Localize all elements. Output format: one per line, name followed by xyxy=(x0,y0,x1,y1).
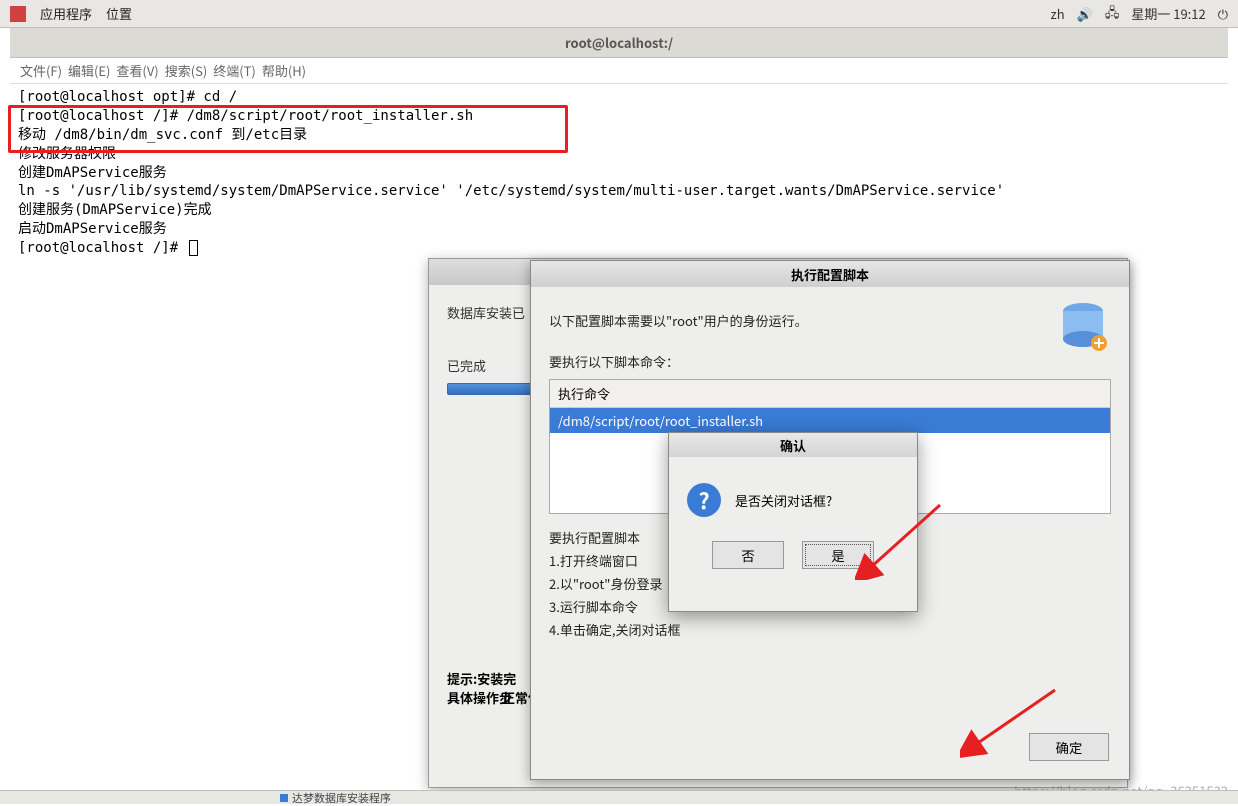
clock-label[interactable]: 星期一 19:12 xyxy=(1131,4,1205,23)
app-menu-icon xyxy=(10,6,26,22)
term-line: ln -s '/usr/lib/systemd/system/DmAPServi… xyxy=(18,182,1220,201)
confirm-titlebar[interactable]: 确认 xyxy=(669,433,917,457)
menu-file[interactable]: 文件(F) xyxy=(20,61,62,80)
menu-search[interactable]: 搜索(S) xyxy=(165,61,208,80)
confirm-dialog: 确认 ? 是否关闭对话框? 否 是 xyxy=(668,432,918,612)
volume-icon[interactable]: 🔊 xyxy=(1077,4,1093,23)
menu-terminal[interactable]: 终端(T) xyxy=(213,61,256,80)
term-line: [root@localhost /]# xyxy=(18,239,1220,258)
terminal-titlebar[interactable]: root@localhost:/ xyxy=(10,28,1228,58)
term-line: 修改服务器权限 xyxy=(18,145,1220,164)
term-line: [root@localhost opt]# cd / xyxy=(18,88,1220,107)
no-button[interactable]: 否 xyxy=(712,541,784,569)
script-dialog-titlebar[interactable]: 执行配置脚本 xyxy=(531,261,1129,287)
command-table-header: 执行命令 xyxy=(550,380,1110,408)
menu-help[interactable]: 帮助(H) xyxy=(262,61,306,80)
confirm-message: 是否关闭对话框? xyxy=(735,491,832,510)
term-line: 创建服务(DmAPService)完成 xyxy=(18,201,1220,220)
question-icon: ? xyxy=(687,483,721,517)
script-line-2: 要执行以下脚本命令： xyxy=(549,352,1111,371)
hint-line-1: 提示:安装完 xyxy=(447,669,516,688)
terminal-menubar: 文件(F) 编辑(E) 查看(V) 搜索(S) 终端(T) 帮助(H) xyxy=(10,58,1228,84)
applications-menu[interactable]: 应用程序 xyxy=(40,4,92,23)
bottom-taskbar: 达梦数据库安装程序 xyxy=(0,790,1238,804)
places-menu[interactable]: 位置 xyxy=(106,4,132,23)
term-line: [root@localhost /]# /dm8/script/root/roo… xyxy=(18,107,1220,126)
terminal-cursor xyxy=(189,240,198,256)
ok-button[interactable]: 确定 xyxy=(1029,733,1109,761)
term-line: 移动 /dm8/bin/dm_svc.conf 到/etc目录 xyxy=(18,126,1220,145)
menu-edit[interactable]: 编辑(E) xyxy=(68,61,110,80)
term-line: 启动DmAPService服务 xyxy=(18,220,1220,239)
step-4: 4.单击确定,关闭对话框 xyxy=(549,620,1111,639)
command-cell[interactable]: /dm8/script/root/root_installer.sh xyxy=(550,408,1110,433)
term-line: 创建DmAPService服务 xyxy=(18,164,1220,183)
taskbar-item[interactable]: 达梦数据库安装程序 xyxy=(280,790,391,806)
script-line-1: 以下配置脚本需要以"root"用户的身份运行。 xyxy=(549,311,1111,330)
network-icon[interactable]: 🖧 xyxy=(1105,2,1120,26)
menu-view[interactable]: 查看(V) xyxy=(116,61,158,80)
database-icon xyxy=(1053,297,1113,357)
yes-button[interactable]: 是 xyxy=(802,541,874,569)
terminal-body[interactable]: [root@localhost opt]# cd / [root@localho… xyxy=(10,84,1228,262)
power-icon[interactable]: ⏻ xyxy=(1218,4,1228,23)
lang-indicator[interactable]: zh xyxy=(1051,4,1065,23)
gnome-top-panel: 应用程序 位置 zh 🔊 🖧 星期一 19:12 ⏻ xyxy=(0,0,1238,28)
